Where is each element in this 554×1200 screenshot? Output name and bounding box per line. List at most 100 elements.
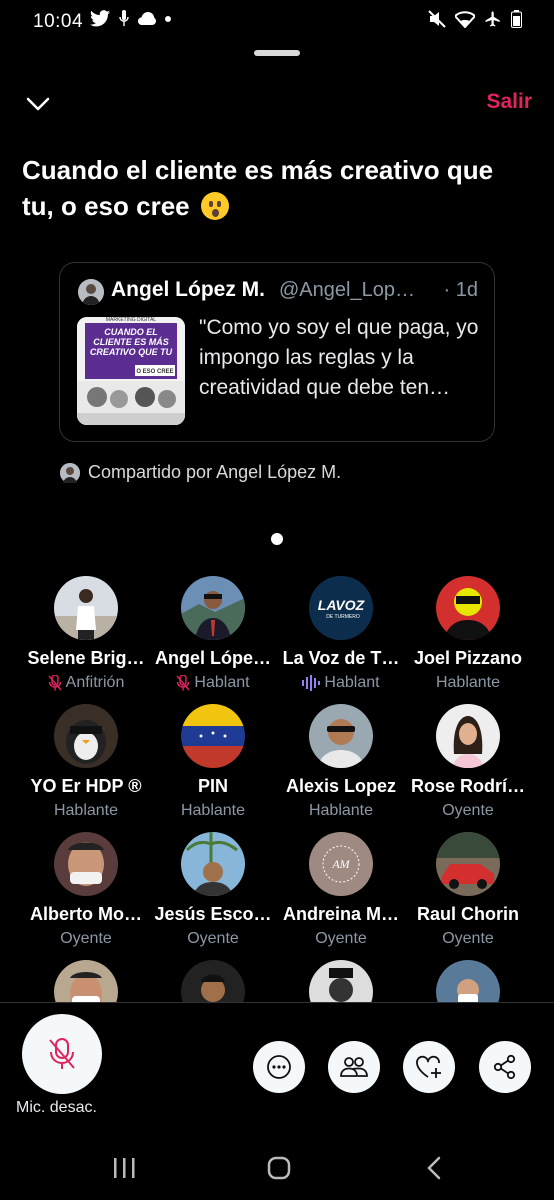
participant[interactable]: Raul Chorin Oyente [404,832,532,948]
participants-grid: Selene Brig… Anfitrión Angel Lópe… Habla… [22,576,532,1002]
participant-avatar [436,832,500,896]
participant-role-text: Oyente [315,930,367,947]
svg-text:AM: AM [331,857,350,871]
participant-name: YO Er HDP ® [30,776,142,796]
wifi-icon [455,10,475,28]
participant-role: Hablante [404,674,532,692]
participants-button[interactable] [328,1041,380,1093]
mute-icon [428,10,446,28]
participant-role: Hablante [277,802,405,820]
tweet-author-name: Angel López M. [111,278,265,301]
shared-by-text: Compartido por Angel López M. [88,462,342,482]
participant-name: Andreina M… [282,904,399,924]
astonished-emoji-icon [200,192,229,220]
participant[interactable]: Rose Rodrí… Oyente [404,704,532,820]
microphone-icon [119,10,129,26]
mic-toggle-button[interactable] [22,1014,102,1094]
tweet-text: "Como yo soy el que paga, yo impongo las… [199,316,479,399]
battery-icon [511,10,522,28]
share-icon [493,1054,516,1080]
participant-role: Hablant [149,674,277,692]
airplane-icon [485,11,500,27]
system-nav-bar [0,1140,554,1200]
recent-apps-icon[interactable] [112,1156,136,1180]
participant-role: Oyente [149,930,277,948]
participant-name: Jesús Esco… [154,904,272,924]
mic-status-label: Mic. desac. [16,1099,97,1116]
participant-avatar [54,832,118,896]
react-button[interactable] [403,1041,455,1093]
participant-role-text: Oyente [60,930,112,947]
tweet-author-handle: @Angel_Lop… [279,279,415,301]
tweet-time: · 1d [443,279,478,301]
participant-avatar [54,960,118,1002]
participant-role-text: Oyente [442,802,494,819]
participant-name: Alexis Lopez [285,776,397,796]
participant-avatar [54,576,118,640]
participant-avatar: LAVOZ DE TURMERO [309,576,373,640]
participant[interactable] [404,960,532,1002]
participant[interactable] [277,960,405,1002]
participant-avatar [309,704,373,768]
status-left-icons [90,10,171,27]
tweet-image-headline: CUANDO EL CLIENTE ES MÁS CREATIVO QUE TU [89,327,173,357]
participant-role: Oyente [404,930,532,948]
participant-role-text: Hablant [194,674,250,691]
twitter-bird-icon [90,10,110,27]
participant-role-text: Hablante [53,802,119,819]
home-icon[interactable] [267,1156,291,1180]
participant-role-text: Hablante [308,802,374,819]
participant[interactable]: Alexis Lopez Hablante [277,704,405,820]
exit-button[interactable]: Salir [486,90,532,114]
participant[interactable]: Angel Lópe… Hablant [149,576,277,692]
mic-off-icon [49,1038,75,1069]
participant-avatar [436,576,500,640]
participant[interactable]: Jesús Esco… Oyente [149,832,277,948]
participant-avatar [309,960,373,1002]
participant-role-text: Oyente [442,930,494,947]
participant-name: La Voz de T… [282,648,400,668]
controls-divider [0,1002,554,1003]
participant-role: Oyente [404,802,532,820]
more-options-button[interactable] [253,1041,305,1093]
participant-avatar [436,960,500,1002]
participant-role: Oyente [22,930,150,948]
participant-role-text: Hablante [435,674,501,691]
participant-name: Alberto Mo… [30,904,142,924]
shared-tweet-card[interactable]: Angel López M. @Angel_Lop… · 1d MARKETIN… [59,262,495,442]
participant-avatar [54,704,118,768]
participant-avatar [181,832,245,896]
participant-name: Selene Brig… [27,648,145,668]
avatar-logo-subtext: DE TURMERO [326,614,360,620]
participant[interactable]: AM Andreina M… Oyente [277,832,405,948]
participant-role: Hablante [149,802,277,820]
drag-handle[interactable] [254,50,300,56]
participant[interactable] [149,960,277,1002]
heart-add-icon [416,1055,441,1078]
participant[interactable]: LAVOZ DE TURMERO La Voz de T… Hablant [277,576,405,692]
mic-off-icon [176,675,190,691]
participant-name: Rose Rodrí… [410,776,525,796]
dot-icon [165,15,171,22]
participant-role: Hablant [277,674,405,692]
participant[interactable]: Alberto Mo… Oyente [22,832,150,948]
participant[interactable] [22,960,150,1002]
participant[interactable]: PIN Hablante [149,704,277,820]
collapse-chevron-icon[interactable] [24,90,52,118]
back-icon[interactable] [424,1156,444,1180]
sound-wave-icon [302,675,321,691]
participant-role-text: Hablant [324,674,380,691]
participant-name: Joel Pizzano [413,648,523,668]
participant-avatar [436,704,500,768]
participant-avatar: AM [309,832,373,896]
avatar-logo-text: LAVOZ [318,597,365,613]
participant-role-text: Anfitrión [65,674,125,691]
participant[interactable]: YO Er HDP ® Hablante [22,704,150,820]
participant[interactable]: Joel Pizzano Hablante [404,576,532,692]
status-bar: 10:04 [0,0,554,44]
share-button[interactable] [479,1041,531,1093]
tweet-image: MARKETING DIGITAL CUANDO EL CLIENTE ES M… [77,317,185,425]
participant[interactable]: Selene Brig… Anfitrión [22,576,150,692]
participant-avatar [181,576,245,640]
participant-role: Hablante [22,802,150,820]
